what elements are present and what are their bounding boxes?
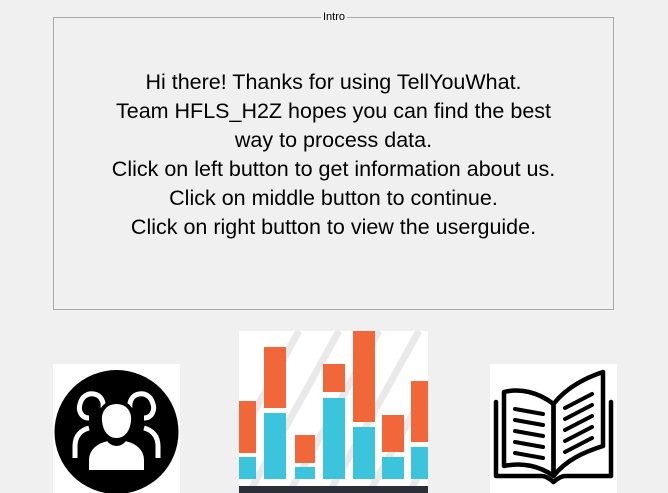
intro-text: Hi there! Thanks for using TellYouWhat. …	[54, 68, 613, 242]
intro-line: Click on middle button to continue.	[169, 186, 498, 210]
intro-line: Team HFLS_H2Z hopes you can find the bes…	[115, 99, 552, 123]
open-book-icon	[490, 364, 617, 493]
bar-chart-icon	[239, 331, 428, 493]
intro-legend: Intro	[321, 10, 348, 24]
users-group-icon	[54, 370, 179, 493]
continue-button[interactable]	[239, 331, 428, 493]
userguide-button[interactable]	[490, 364, 617, 493]
intro-line: way to process data.	[234, 128, 433, 152]
intro-groupbox: Intro Hi there! Thanks for using TellYou…	[53, 10, 614, 310]
intro-line: Click on right button to view the usergu…	[130, 215, 537, 239]
intro-line: Hi there! Thanks for using TellYouWhat.	[145, 70, 522, 94]
intro-line: Click on left button to get information …	[111, 157, 556, 181]
about-us-button[interactable]	[53, 364, 180, 493]
